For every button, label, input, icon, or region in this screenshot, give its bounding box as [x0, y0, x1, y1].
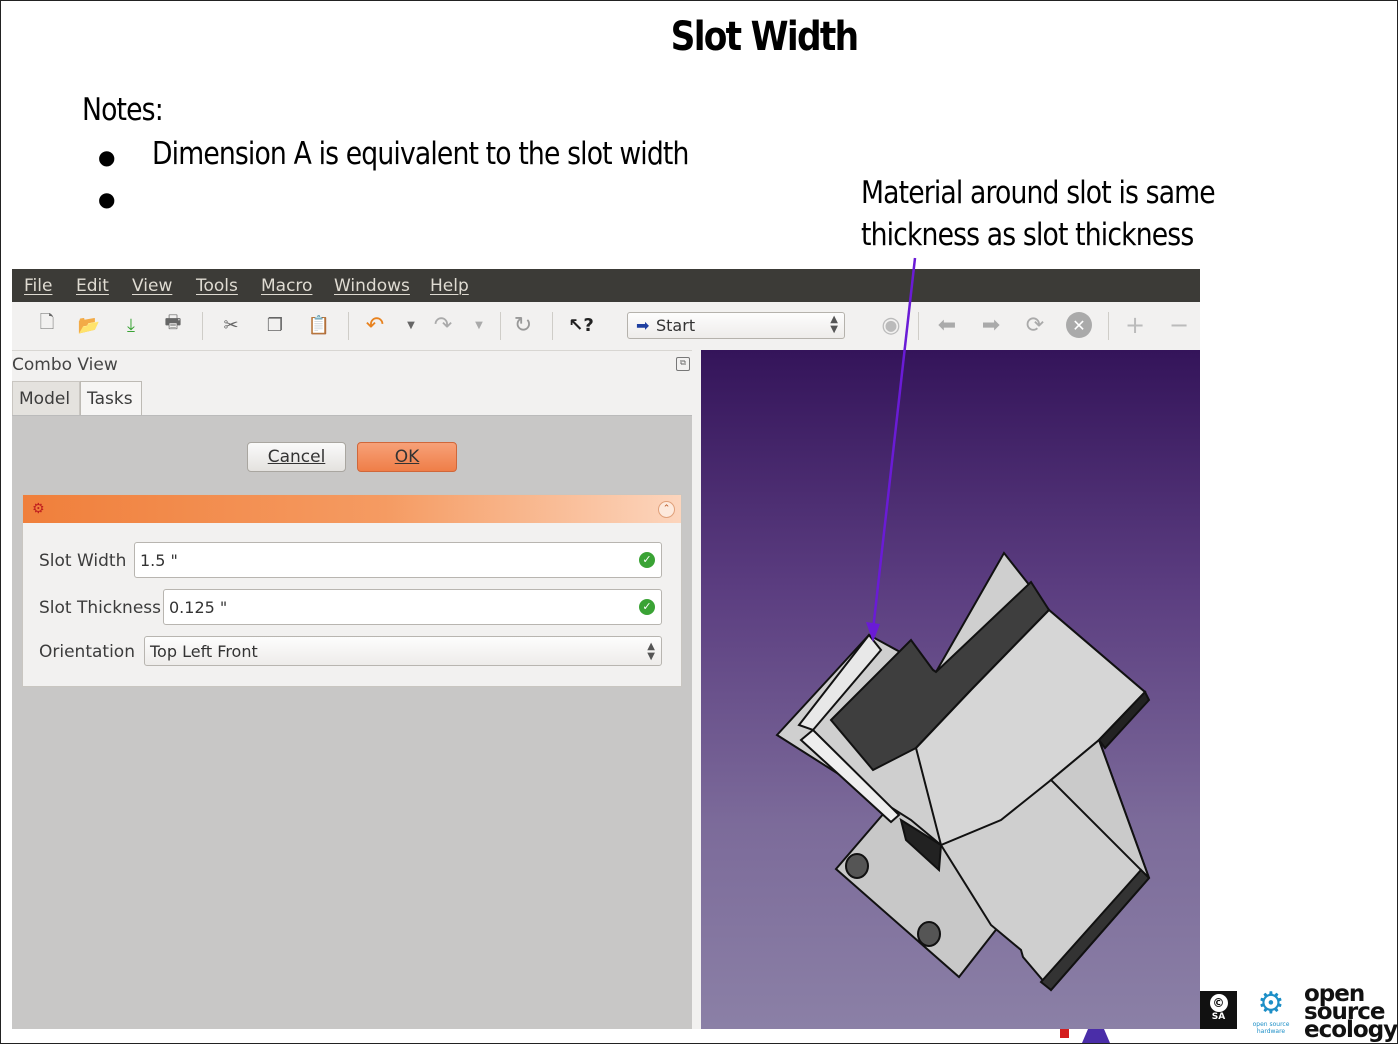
menu-edit[interactable]: Edit — [76, 276, 109, 296]
zoom-in-icon[interactable]: + — [1122, 311, 1148, 339]
redo-icon[interactable]: ↷ — [430, 312, 456, 338]
slot-width-label: Slot Width — [39, 551, 127, 571]
toolbar-separator — [918, 312, 919, 340]
slot-width-value: 1.5 " — [140, 551, 178, 570]
menubar: File Edit View Tools Macro Windows Help — [12, 269, 1200, 302]
slot-thickness-value: 0.125 " — [169, 598, 228, 617]
3d-viewport[interactable] — [701, 350, 1200, 1029]
toolbar-separator — [348, 312, 349, 340]
creative-commons-icon: © — [1209, 994, 1228, 1012]
task-box: ⚙ ⌃ Slot Width 1.5 " ✓ Slot Thickness 0.… — [22, 494, 682, 687]
new-document-icon[interactable]: 🗋 — [34, 312, 60, 338]
toolbar-separator — [500, 312, 501, 340]
forward-icon[interactable]: ➡ — [978, 312, 1004, 338]
toolbar-separator — [1108, 312, 1109, 340]
arrow-right-icon: ➡ — [636, 316, 650, 335]
refresh-icon[interactable]: ↻ — [510, 312, 536, 338]
cc-sa-label: SA — [1211, 1012, 1226, 1022]
orientation-label: Orientation — [39, 642, 135, 662]
redo-dropdown-icon[interactable]: ▼ — [466, 312, 492, 338]
cancel-button[interactable]: Cancel — [247, 442, 346, 472]
3d-model-bracket — [775, 551, 1151, 992]
collapse-icon[interactable]: ⌃ — [658, 501, 675, 518]
ok-button-label: OK — [394, 447, 420, 467]
stop-icon[interactable]: ✕ — [1066, 312, 1092, 338]
cut-icon[interactable]: ✂ — [218, 312, 244, 338]
partial-logo-icon — [1060, 1029, 1110, 1043]
annotation-line-1: Material around slot is same — [861, 175, 1216, 211]
ok-button[interactable]: OK — [357, 442, 457, 472]
web-globe-icon[interactable]: ◉ — [878, 312, 904, 338]
slot-thickness-input[interactable]: 0.125 " ✓ — [163, 589, 662, 625]
toolbar-separator — [202, 312, 203, 340]
mounting-hole — [845, 853, 869, 879]
reload-icon[interactable]: ⟳ — [1022, 312, 1048, 338]
footer-logos: © SA ⚙ open source hardware open source … — [1200, 983, 1398, 1046]
slide-title: Slot Width — [670, 14, 859, 60]
macro-gear-icon: ⚙ — [32, 501, 45, 517]
bullet-marker: ● — [98, 187, 116, 211]
back-icon[interactable]: ⬅ — [934, 312, 960, 338]
menu-view[interactable]: View — [132, 276, 172, 296]
open-source-hardware-logo: ⚙ open source hardware — [1248, 987, 1294, 1039]
freecad-window: File Edit View Tools Macro Windows Help … — [12, 269, 1200, 1029]
combo-view-title: Combo View — [12, 355, 118, 375]
paste-icon[interactable]: 📋 — [306, 312, 332, 338]
menu-macro[interactable]: Macro — [261, 276, 312, 296]
osh-text-1: open source — [1252, 1021, 1290, 1028]
bullet-marker: ● — [98, 145, 116, 169]
undock-icon[interactable]: ⧉ — [676, 357, 690, 371]
undo-icon[interactable]: ↶ — [362, 312, 388, 338]
osh-text-2: hardware — [1256, 1028, 1286, 1035]
toolbar: 🗋 📂 ⤓ 🖶 ✂ ❐ 📋 ↶ ▼ ↷ ▼ ↻ ↖? ➡ Start ▲ ▼ ◉ … — [12, 302, 1200, 351]
notes-label: Notes: — [82, 92, 164, 128]
menu-file[interactable]: File — [24, 276, 52, 296]
ose-text-3: ecology — [1304, 1017, 1398, 1043]
menu-windows[interactable]: Windows — [334, 276, 410, 296]
save-icon[interactable]: ⤓ — [118, 312, 144, 338]
task-box-header: ⚙ ⌃ — [23, 495, 681, 523]
annotation-text: Material around slot is same thickness a… — [861, 172, 1216, 256]
slot-width-input[interactable]: 1.5 " ✓ — [134, 542, 662, 578]
copy-icon[interactable]: ❐ — [262, 312, 288, 338]
gear-icon: ⚙ — [1257, 986, 1285, 1021]
slot-thickness-label: Slot Thickness — [39, 598, 162, 618]
open-folder-icon[interactable]: 📂 — [76, 312, 102, 338]
panel-splitter[interactable] — [692, 350, 701, 1029]
cc-by-sa-badge: © SA — [1200, 991, 1237, 1029]
bullet-text-1: Dimension A is equivalent to the slot wi… — [152, 136, 689, 172]
print-icon[interactable]: 🖶 — [160, 312, 186, 338]
toolbar-separator — [552, 312, 553, 340]
open-source-ecology-logo: open source ecology — [1304, 983, 1398, 1043]
spin-caret-icon: ▲ ▼ — [830, 314, 838, 335]
task-panel: Cancel OK ⚙ ⌃ Slot Width 1.5 " ✓ Slot Th… — [12, 415, 692, 1029]
cancel-button-label: Cancel — [267, 447, 326, 467]
orientation-select[interactable]: Top Left Front ▲ ▼ — [144, 636, 662, 666]
menu-tools[interactable]: Tools — [196, 276, 238, 296]
undo-dropdown-icon[interactable]: ▼ — [398, 312, 424, 338]
spin-caret-icon: ▲ ▼ — [647, 641, 655, 662]
tab-model[interactable]: Model — [12, 381, 80, 415]
tab-tasks[interactable]: Tasks — [80, 381, 142, 415]
valid-check-icon: ✓ — [639, 599, 655, 615]
menu-help[interactable]: Help — [430, 276, 469, 296]
zoom-out-icon[interactable]: − — [1166, 311, 1192, 339]
annotation-line-2: thickness as slot thickness — [861, 217, 1194, 253]
workbench-label: Start — [656, 316, 696, 335]
mounting-hole — [917, 921, 941, 947]
valid-check-icon: ✓ — [639, 552, 655, 568]
workbench-selector[interactable]: ➡ Start ▲ ▼ — [627, 312, 845, 339]
whats-this-icon[interactable]: ↖? — [568, 312, 594, 338]
orientation-value: Top Left Front — [150, 642, 258, 661]
